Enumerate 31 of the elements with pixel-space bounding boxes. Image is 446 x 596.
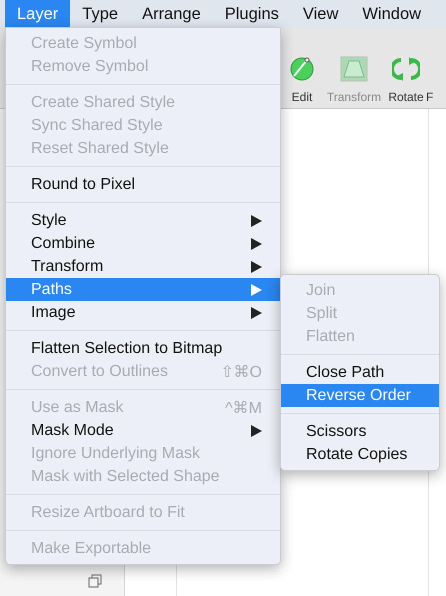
submenu-arrow-icon xyxy=(251,284,262,296)
copy-icon xyxy=(88,574,102,588)
menu-bar-item[interactable]: Plugins xyxy=(212,0,291,28)
menu-item[interactable]: Flatten Selection to Bitmap xyxy=(6,337,280,360)
pen-circle-icon xyxy=(289,56,315,82)
menu-item[interactable]: Mask Mode xyxy=(6,419,280,442)
transform-icon xyxy=(340,56,368,82)
toolbar-button-label[interactable]: Rotate xyxy=(388,90,424,104)
menu-item[interactable]: Round to Pixel xyxy=(6,173,280,196)
menu-item[interactable]: Close Path xyxy=(281,361,439,384)
menu-bar-item[interactable]: Window xyxy=(350,0,434,28)
menu-bar-item[interactable]: Arrange xyxy=(130,0,213,28)
submenu-arrow-icon xyxy=(251,214,262,226)
toolbar-button-label[interactable]: Edit xyxy=(292,90,312,104)
menu-item[interactable]: Reverse Order xyxy=(281,384,439,407)
menu-bar-item[interactable]: View xyxy=(290,0,350,28)
menu-item[interactable]: Combine xyxy=(6,232,280,255)
menu-item[interactable]: Image xyxy=(6,301,280,324)
menu-bar-item[interactable]: Layer xyxy=(5,0,70,28)
menu-item[interactable]: Style xyxy=(6,209,280,232)
menu-item[interactable]: Scissors xyxy=(281,420,439,443)
menu-item[interactable]: Rotate Copies xyxy=(281,443,439,466)
menu-item[interactable]: Paths xyxy=(6,278,280,301)
submenu-arrow-icon xyxy=(251,260,262,272)
toolbar-button-label[interactable]: F xyxy=(426,90,434,104)
submenu-arrow-icon xyxy=(251,424,262,436)
rotate-arrows-icon xyxy=(392,56,420,82)
submenu-arrow-icon xyxy=(251,306,262,318)
submenu-arrow-icon xyxy=(251,238,262,250)
menu-item[interactable]: Transform xyxy=(6,255,280,278)
menu-bar-item[interactable]: Type xyxy=(70,0,130,28)
